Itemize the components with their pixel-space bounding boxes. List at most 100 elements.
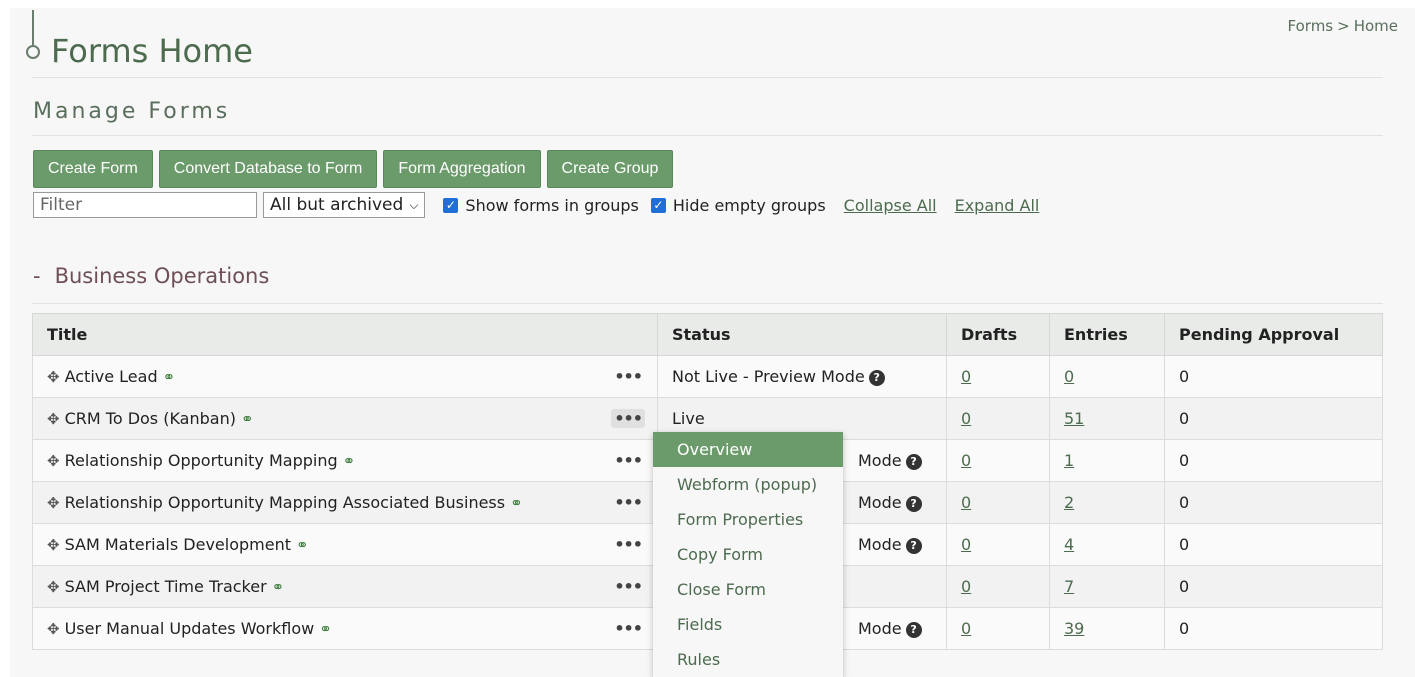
title-cell: ✥ User Manual Updates Workflow ⚭ •••: [32, 607, 658, 650]
more-options-icon[interactable]: •••: [611, 535, 645, 554]
checkbox-checked-icon: ✓: [443, 197, 459, 213]
link-icon[interactable]: ⚭: [163, 368, 176, 386]
link-icon[interactable]: ⚭: [319, 620, 332, 638]
title-cell: ✥ CRM To Dos (Kanban) ⚭ •••: [32, 397, 658, 440]
entries-cell: 1: [1049, 439, 1165, 482]
entries-link[interactable]: 39: [1064, 619, 1084, 638]
menu-item-rules[interactable]: Rules: [653, 642, 843, 677]
link-icon[interactable]: ⚭: [510, 494, 523, 512]
drafts-link[interactable]: 0: [961, 367, 971, 386]
create-form-button[interactable]: Create Form: [33, 150, 153, 188]
form-title[interactable]: SAM Project Time Tracker: [65, 577, 267, 596]
column-header-entries[interactable]: Entries: [1049, 313, 1165, 356]
form-title[interactable]: Active Lead: [65, 367, 158, 386]
move-icon[interactable]: ✥: [47, 452, 60, 470]
title-cell: ✥ Relationship Opportunity Mapping ⚭ •••: [32, 439, 658, 482]
status-cell: Not Live - Preview Mode?: [657, 355, 947, 398]
link-icon[interactable]: ⚭: [272, 578, 285, 596]
filter-input[interactable]: [33, 192, 257, 218]
move-icon[interactable]: ✥: [47, 368, 60, 386]
entries-link[interactable]: 0: [1064, 367, 1074, 386]
hide-empty-groups-checkbox[interactable]: ✓ Hide empty groups: [650, 195, 826, 215]
help-icon[interactable]: ?: [905, 453, 922, 470]
drafts-link[interactable]: 0: [961, 493, 971, 512]
entries-cell: 2: [1049, 481, 1165, 524]
breadcrumb-separator: >: [1337, 17, 1350, 35]
more-options-icon[interactable]: •••: [611, 619, 645, 638]
entries-link[interactable]: 2: [1064, 493, 1074, 512]
link-icon[interactable]: ⚭: [241, 410, 254, 428]
toolbar: Create Form Convert Database to Form For…: [33, 150, 674, 188]
more-options-icon[interactable]: •••: [611, 451, 645, 470]
archive-select[interactable]: All but archived ⌵: [263, 192, 426, 218]
entries-cell: 7: [1049, 565, 1165, 608]
form-aggregation-button[interactable]: Form Aggregation: [383, 150, 541, 188]
column-header-drafts[interactable]: Drafts: [946, 313, 1050, 356]
column-header-title[interactable]: Title: [32, 313, 658, 356]
filter-row: All but archived ⌵ ✓ Show forms in group…: [33, 192, 1039, 218]
menu-item-fields[interactable]: Fields: [653, 607, 843, 642]
entries-cell: 39: [1049, 607, 1165, 650]
drafts-link[interactable]: 0: [961, 451, 971, 470]
move-icon[interactable]: ✥: [47, 494, 60, 512]
menu-item-overview[interactable]: Overview: [653, 432, 843, 467]
status-text: Mode: [858, 451, 902, 470]
menu-item-copy-form[interactable]: Copy Form: [653, 537, 843, 572]
menu-item-close-form[interactable]: Close Form: [653, 572, 843, 607]
move-icon[interactable]: ✥: [47, 578, 60, 596]
more-options-icon[interactable]: •••: [611, 367, 645, 386]
help-icon[interactable]: ?: [905, 495, 922, 512]
drafts-link[interactable]: 0: [961, 619, 971, 638]
entries-link[interactable]: 51: [1064, 409, 1084, 428]
move-icon[interactable]: ✥: [47, 620, 60, 638]
show-forms-in-groups-checkbox[interactable]: ✓ Show forms in groups: [443, 196, 639, 215]
menu-item-webform-popup[interactable]: Webform (popup): [653, 467, 843, 502]
menu-item-form-properties[interactable]: Form Properties: [653, 502, 843, 537]
help-icon[interactable]: ?: [905, 537, 922, 554]
drafts-link[interactable]: 0: [961, 409, 971, 428]
convert-database-button[interactable]: Convert Database to Form: [158, 150, 378, 188]
group-collapse-toggle[interactable]: -: [33, 264, 41, 288]
title-cell: ✥ SAM Materials Development ⚭ •••: [32, 523, 658, 566]
create-group-button[interactable]: Create Group: [546, 150, 674, 188]
move-icon[interactable]: ✥: [47, 410, 60, 428]
column-header-pending-approval[interactable]: Pending Approval: [1164, 313, 1383, 356]
table-row: ✥ Active Lead ⚭ ••• Not Live - Preview Mod…: [32, 355, 1383, 398]
divider: [32, 135, 1383, 136]
group-header[interactable]: - Business Operations: [33, 264, 269, 288]
more-options-icon[interactable]: •••: [611, 577, 645, 596]
drafts-link[interactable]: 0: [961, 577, 971, 596]
breadcrumb-parent[interactable]: Forms: [1288, 17, 1334, 35]
column-header-status[interactable]: Status: [657, 313, 947, 356]
checkbox-checked-icon: ✓: [650, 197, 666, 213]
more-options-icon[interactable]: •••: [611, 409, 645, 428]
title-cell: ✥ SAM Project Time Tracker ⚭ •••: [32, 565, 658, 608]
form-title[interactable]: SAM Materials Development: [65, 535, 291, 554]
entries-cell: 0: [1049, 355, 1165, 398]
divider: [32, 303, 1383, 304]
drafts-link[interactable]: 0: [961, 535, 971, 554]
entries-link[interactable]: 7: [1064, 577, 1074, 596]
status-text: Live: [672, 409, 705, 428]
form-title[interactable]: Relationship Opportunity Mapping: [65, 451, 338, 470]
help-icon[interactable]: ?: [905, 621, 922, 638]
form-title[interactable]: Relationship Opportunity Mapping Associa…: [65, 493, 506, 512]
drafts-cell: 0: [946, 565, 1050, 608]
title-cell: ✥ Relationship Opportunity Mapping Associ…: [32, 481, 658, 524]
help-icon[interactable]: ?: [868, 369, 885, 386]
hide-empty-groups-label: Hide empty groups: [672, 195, 826, 215]
entries-link[interactable]: 1: [1064, 451, 1074, 470]
pending-cell: 0: [1164, 565, 1383, 608]
link-icon[interactable]: ⚭: [343, 452, 356, 470]
status-text: Mode: [858, 619, 902, 638]
divider: [32, 77, 1383, 78]
collapse-all-link[interactable]: Collapse All: [844, 196, 937, 215]
form-title[interactable]: CRM To Dos (Kanban): [65, 409, 236, 428]
expand-all-link[interactable]: Expand All: [955, 196, 1040, 215]
move-icon[interactable]: ✥: [47, 536, 60, 554]
form-title[interactable]: User Manual Updates Workflow: [65, 619, 315, 638]
more-options-icon[interactable]: •••: [611, 493, 645, 512]
link-icon[interactable]: ⚭: [296, 536, 309, 554]
pending-cell: 0: [1164, 397, 1383, 440]
entries-link[interactable]: 4: [1064, 535, 1074, 554]
